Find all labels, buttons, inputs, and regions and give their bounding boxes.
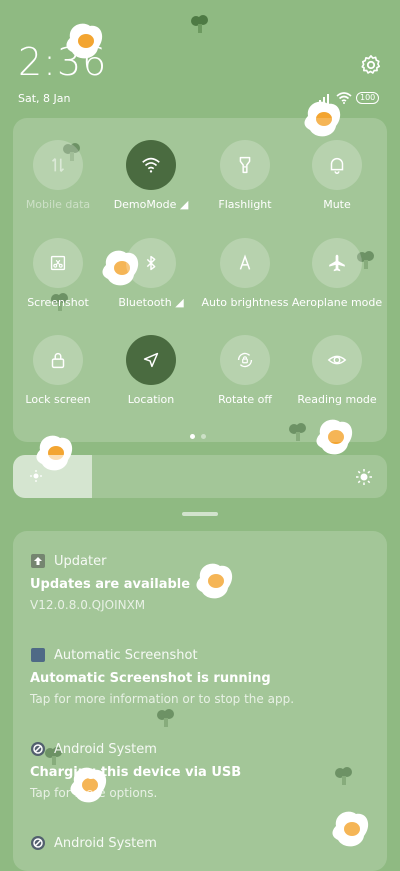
settings-gear-icon[interactable] [360,54,382,76]
drag-handle[interactable] [182,512,218,516]
quick-tile-label: Location [127,393,175,406]
screenshot-icon [50,255,66,271]
quick-tile-location[interactable]: Location [104,335,198,406]
quick-tile-label: Screenshot [27,296,89,309]
quick-tile-button[interactable] [126,238,176,288]
quick-tile-button[interactable] [126,335,176,385]
battery-indicator: 100 [356,92,380,104]
page-dot-active [190,434,195,439]
quick-tile-bell[interactable]: Mute [290,140,384,211]
notification-app-name: Android System [54,835,157,851]
auto-brightness-icon [239,254,251,270]
notification-item[interactable]: Android System [30,833,370,853]
quick-tile-button[interactable] [126,140,176,190]
quick-tile-button[interactable] [33,335,83,385]
quick-tile-label: Rotate off [218,393,272,406]
notification-title: Automatic Screenshot is running [30,671,271,686]
quick-tile-bluetooth[interactable]: Bluetooth ◢ [104,238,198,309]
brightness-level-fill [13,455,92,498]
notification-app-name: Android System [54,741,157,757]
notification-panel: Updater Updates are available V12.0.8.0.… [13,531,387,871]
wifi-status-icon [336,92,352,104]
bell-icon [330,157,344,174]
quick-tile-label: DemoMode ◢ [113,198,189,211]
quick-tile-button[interactable] [312,335,362,385]
quick-tile-button[interactable] [220,140,270,190]
notification-app-name: Automatic Screenshot [54,647,198,663]
rotate-lock-icon [237,352,253,368]
page-dot [201,434,206,439]
android-system-icon [31,742,45,756]
notification-body: V12.0.8.0.QJOINXM [30,598,146,612]
brightness-slider[interactable] [13,455,387,498]
flashlight-icon [239,156,251,174]
quick-tile-rotate-lock[interactable]: Rotate off [198,335,292,406]
quick-tile-airplane[interactable]: Aeroplane mode [290,238,384,309]
notification-app-name: Updater [54,553,107,569]
signal-icon [319,94,329,104]
quick-tile-button[interactable] [33,238,83,288]
screenshot-app-icon [31,648,45,662]
notification-body: Tap for more options. [30,786,158,800]
quick-tile-button[interactable] [220,335,270,385]
notification-title: Charging this device via USB [30,765,242,780]
eye-icon [327,355,347,365]
quick-tile-wifi[interactable]: DemoMode ◢ [104,140,198,211]
notification-item[interactable]: Android System Charging this device via … [30,739,370,801]
brightness-high-icon [356,469,372,485]
brightness-low-icon [30,470,42,482]
quick-tile-button[interactable] [33,140,83,190]
quick-tile-label: Auto brightness [201,296,289,309]
notification-item[interactable]: Automatic Screenshot Automatic Screensho… [30,645,370,707]
quick-tile-label: Aeroplane mode [291,296,383,309]
quick-tile-label: Mute [323,198,351,211]
bluetooth-icon [146,255,156,271]
quick-tile-label: Flashlight [218,198,272,211]
quick-tile-label: Bluetooth ◢ [118,296,184,309]
broccoli-doodle-decoration [191,15,208,33]
quick-tile-label: Mobile data [25,198,91,211]
quick-tile-eye[interactable]: Reading mode [290,335,384,406]
notification-item[interactable]: Updater Updates are available V12.0.8.0.… [30,551,370,613]
quick-tile-button[interactable] [312,140,362,190]
lock-icon [51,352,65,369]
quick-tile-mobile-data[interactable]: Mobile data [11,140,105,211]
wifi-icon [142,157,160,173]
location-icon [143,352,159,368]
status-icons: 100 [318,88,384,108]
android-system-icon [31,836,45,850]
airplane-icon [329,254,345,272]
notification-title: Updates are available [30,577,191,592]
upload-icon [31,554,45,568]
page-indicator [190,434,206,439]
quick-tile-lock[interactable]: Lock screen [11,335,105,406]
quick-tile-screenshot[interactable]: Screenshot [11,238,105,309]
quick-tile-button[interactable] [220,238,270,288]
clock[interactable]: 2:36 [18,40,107,84]
quick-tile-auto-brightness[interactable]: Auto brightness [198,238,292,309]
date[interactable]: Sat, 8 Jan [18,92,70,105]
quick-tile-label: Lock screen [25,393,91,406]
notification-body: Tap for more information or to stop the … [30,692,295,706]
quick-tile-button[interactable] [312,238,362,288]
quick-tile-label: Reading mode [297,393,377,406]
mobile-data-icon [51,157,65,173]
quick-tile-flashlight[interactable]: Flashlight [198,140,292,211]
